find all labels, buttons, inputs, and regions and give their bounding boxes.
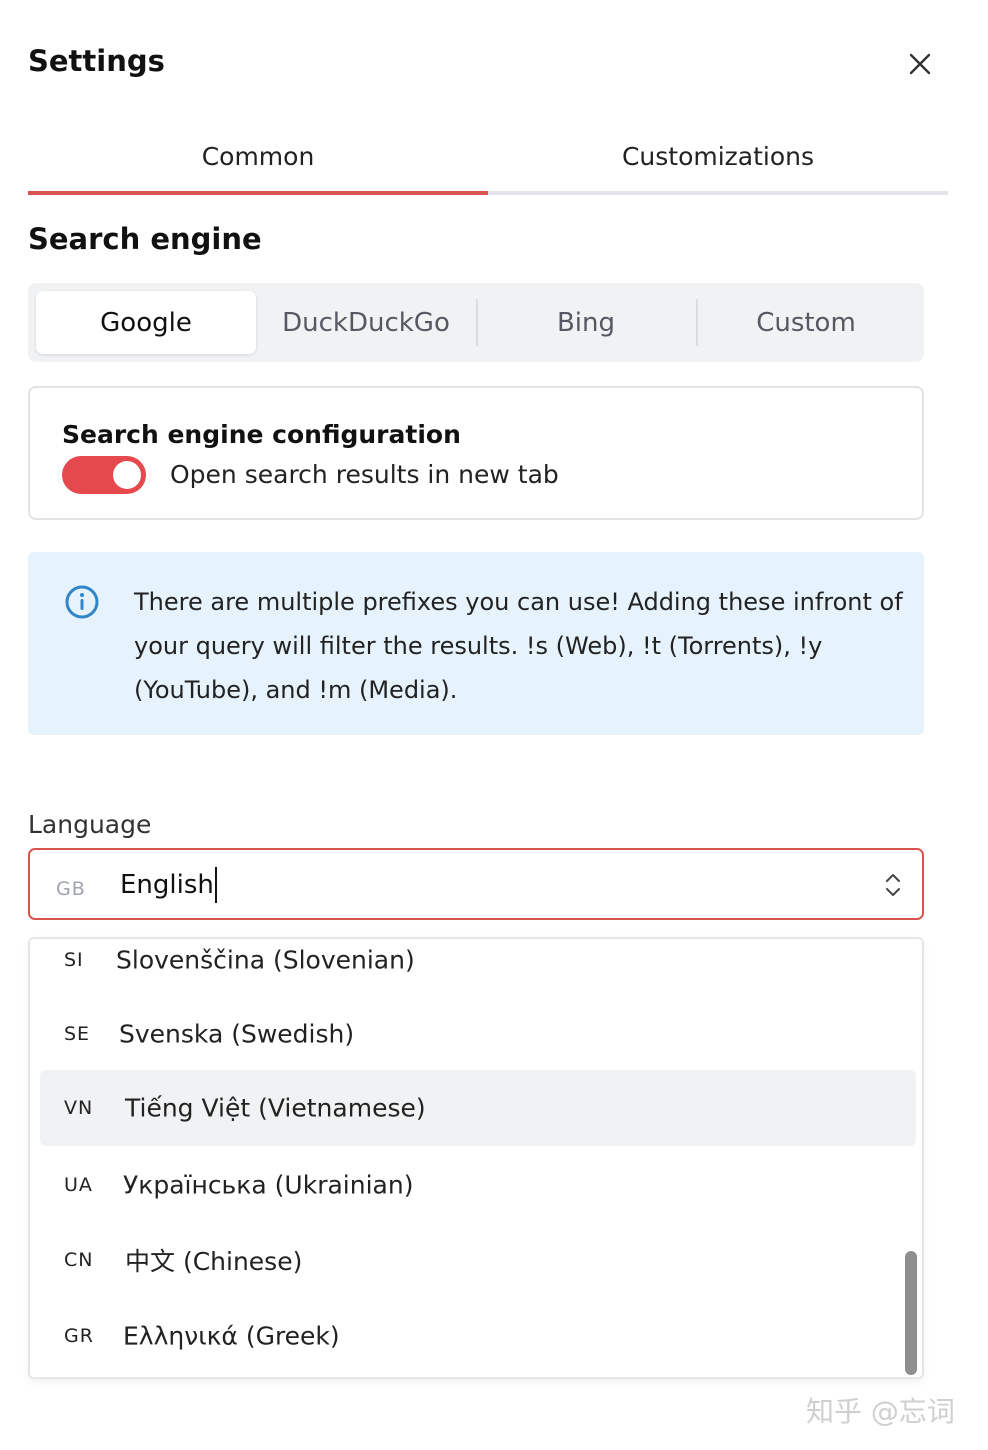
dropdown-scrollbar-thumb[interactable] xyxy=(905,1251,917,1375)
info-text: There are multiple prefixes you can use!… xyxy=(134,588,903,704)
watermark-text: 知乎 @忘词 xyxy=(806,1395,955,1428)
language-option-cn[interactable]: CN 中文 (Chinese) xyxy=(40,1222,916,1298)
info-icon xyxy=(65,585,99,619)
language-name: Svenska (Swedish) xyxy=(119,1019,355,1049)
language-name: 中文 (Chinese) xyxy=(125,1247,303,1276)
language-code: UA xyxy=(64,1174,93,1196)
chevron-up-down-icon[interactable] xyxy=(882,870,904,900)
text-caret xyxy=(214,867,217,903)
search-engine-heading: Search engine xyxy=(28,222,262,256)
language-input[interactable]: English xyxy=(120,867,217,903)
engine-option-duckduckgo[interactable]: DuckDuckGo xyxy=(256,291,476,354)
settings-panel: Settings Common Customizations Search en… xyxy=(0,0,988,1450)
search-engine-config-card: Search engine configuration Open search … xyxy=(28,386,924,520)
selected-language-code: GB xyxy=(56,878,86,900)
language-name: Tiếng Việt (Vietnamese) xyxy=(125,1093,426,1123)
language-option-gr[interactable]: GR Ελληνικά (Greek) xyxy=(40,1298,916,1374)
language-code: GR xyxy=(64,1325,94,1347)
language-option-si[interactable]: SI Slovenščina (Slovenian) xyxy=(40,939,916,998)
language-code: VN xyxy=(64,1097,94,1119)
close-icon xyxy=(909,53,931,75)
language-code: SI xyxy=(64,949,84,971)
language-option-ua[interactable]: UA Українська (Ukrainian) xyxy=(40,1147,916,1223)
language-combobox[interactable]: GB English xyxy=(28,848,924,920)
page-title: Settings xyxy=(28,44,165,78)
toggle-knob xyxy=(113,461,141,489)
tab-bar: Common Customizations xyxy=(28,130,948,195)
language-name: Українська (Ukrainian) xyxy=(123,1170,414,1200)
language-name: Ελληνικά (Greek) xyxy=(123,1321,340,1351)
engine-option-bing[interactable]: Bing xyxy=(476,291,696,354)
prefix-info-box: There are multiple prefixes you can use!… xyxy=(28,552,924,735)
language-name: Slovenščina (Slovenian) xyxy=(116,945,415,975)
language-option-vn[interactable]: VN Tiếng Việt (Vietnamese) xyxy=(40,1070,916,1146)
language-code: SE xyxy=(64,1023,91,1045)
language-code: CN xyxy=(64,1249,94,1271)
language-label: Language xyxy=(28,810,152,839)
language-option-se[interactable]: SE Svenska (Swedish) xyxy=(40,996,916,1072)
search-engine-selector: Google DuckDuckGo Bing Custom xyxy=(28,283,924,362)
config-title: Search engine configuration xyxy=(62,420,461,449)
language-input-value: English xyxy=(120,870,214,900)
language-dropdown-list: SI Slovenščina (Slovenian) SE Svenska (S… xyxy=(28,937,924,1379)
close-button[interactable] xyxy=(900,44,940,84)
tab-customizations[interactable]: Customizations xyxy=(488,130,948,191)
engine-option-google[interactable]: Google xyxy=(36,291,256,354)
engine-option-custom[interactable]: Custom xyxy=(696,291,916,354)
new-tab-toggle-label: Open search results in new tab xyxy=(170,460,559,489)
tab-common[interactable]: Common xyxy=(28,130,488,195)
new-tab-toggle[interactable] xyxy=(62,456,146,494)
